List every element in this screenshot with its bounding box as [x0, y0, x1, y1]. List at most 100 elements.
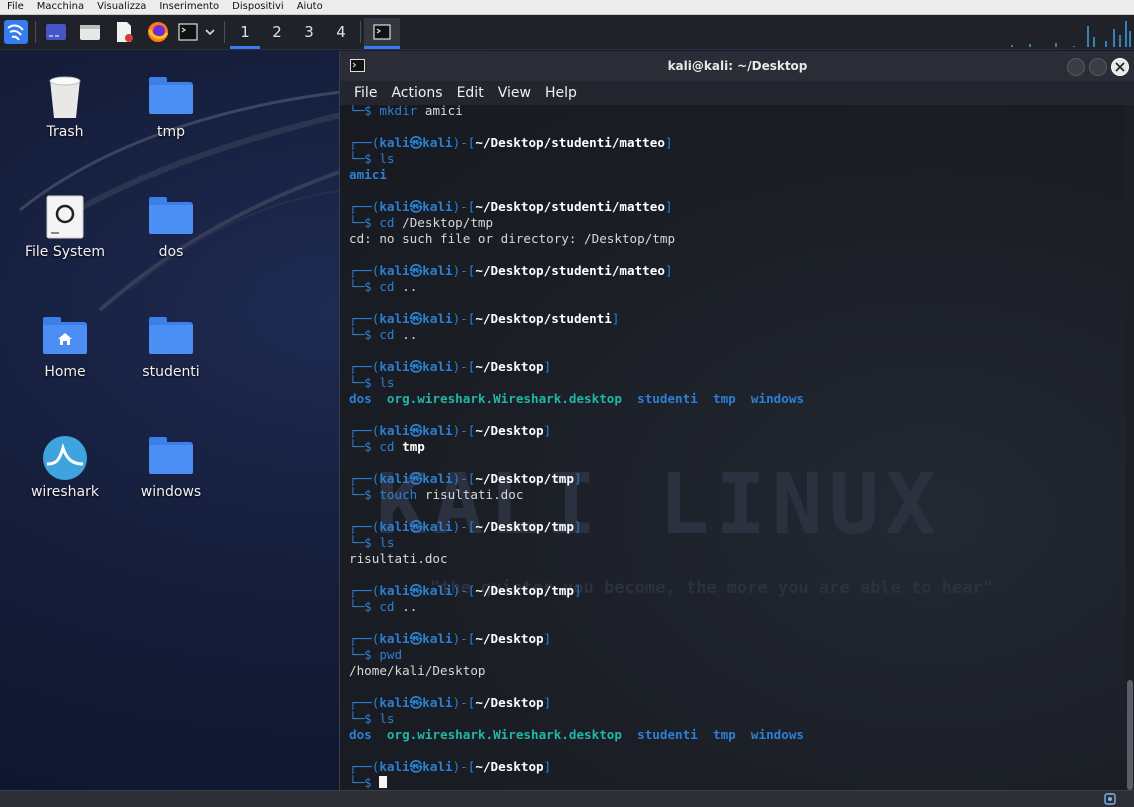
workspace-3[interactable]: 3: [294, 18, 324, 46]
prompt-box: )-[: [452, 695, 476, 710]
workspace-4[interactable]: 4: [326, 18, 356, 46]
taskbar-terminal-button[interactable]: [364, 18, 400, 46]
desktop-icon-label: wireshark: [30, 484, 99, 500]
prompt-at: ㉿: [409, 311, 423, 326]
command-name: cd: [379, 215, 395, 230]
prompt-host: kali: [422, 423, 453, 438]
maximize-button[interactable]: [1089, 58, 1107, 76]
desktop-icon-tmp[interactable]: tmp: [121, 74, 221, 140]
command-line: └─$ ls: [349, 375, 804, 391]
desktop-icon-studenti[interactable]: studenti: [121, 314, 221, 380]
prompt-at: ㉿: [409, 759, 423, 774]
command-line: └─$ mkdir amici: [349, 105, 804, 119]
vm-menu-file[interactable]: File: [0, 0, 30, 14]
desktop-icon-dos[interactable]: dos: [121, 194, 221, 260]
drive-icon: [41, 194, 89, 242]
terminal-menu-help[interactable]: Help: [545, 85, 577, 101]
desktop-icon-trash[interactable]: Trash: [15, 74, 115, 140]
command-args: ..: [402, 279, 418, 294]
prompt-user: kali: [379, 695, 410, 710]
prompt-host: kali: [422, 199, 453, 214]
prompt-box: ]: [664, 263, 673, 278]
desktop-icon-file-system[interactable]: File System: [15, 194, 115, 260]
desktop-icon-windows[interactable]: windows: [121, 434, 221, 500]
output-directory: dos: [349, 391, 372, 406]
terminal-menu-actions[interactable]: Actions: [391, 85, 442, 101]
desktop-icon[interactable]: [42, 18, 70, 46]
terminal-menu-view[interactable]: View: [498, 85, 531, 101]
prompt-box: ┌──(: [349, 695, 380, 710]
prompt-corner: └─$: [349, 327, 380, 342]
file-manager-icon[interactable]: [76, 18, 104, 46]
prompt-user: kali: [379, 135, 410, 150]
prompt-box: ┌──(: [349, 519, 380, 534]
close-button[interactable]: [1111, 58, 1129, 76]
prompt-host: kali: [422, 583, 453, 598]
prompt-host: kali: [422, 695, 453, 710]
prompt-path: ~/Desktop/studenti/matteo: [475, 199, 665, 214]
output-text: risultati.doc: [349, 551, 448, 566]
prompt-line: ┌──(kali㉿kali)-[~/Desktop]: [349, 695, 804, 711]
workspace-2[interactable]: 2: [262, 18, 292, 46]
output-line: risultati.doc: [349, 551, 804, 567]
prompt-host: kali: [422, 631, 453, 646]
prompt-box: ]: [664, 135, 673, 150]
prompt-box: )-[: [452, 359, 476, 374]
vm-menu-inserimento[interactable]: Inserimento: [152, 0, 225, 14]
prompt-box: )-[: [452, 263, 476, 278]
kali-menu-icon[interactable]: [2, 18, 30, 46]
command-name: ls: [379, 375, 395, 390]
output-directory: amici: [349, 167, 387, 182]
terminal-menubar: File Actions Edit View Help: [340, 81, 1134, 105]
terminal-body[interactable]: KALI LINUX "the quieter you become, the …: [340, 105, 1125, 790]
workspace-3-label: 3: [304, 23, 314, 41]
firefox-icon[interactable]: [144, 18, 172, 46]
prompt-box: ]: [573, 471, 582, 486]
workspace-1[interactable]: 1: [230, 18, 260, 46]
desktop-icon-wireshark[interactable]: wireshark: [15, 434, 115, 500]
command-line: └─$ cd ..: [349, 599, 804, 615]
terminal-menu-file[interactable]: File: [354, 85, 377, 101]
terminal-icon[interactable]: [176, 18, 200, 46]
vm-menu-visualizza[interactable]: Visualizza: [90, 0, 152, 14]
prompt-path: ~/Desktop/tmp: [475, 471, 574, 486]
prompt-box: )-[: [452, 135, 476, 150]
scrollbar-thumb[interactable]: [1127, 680, 1133, 790]
terminal-titlebar[interactable]: kali@kali: ~/Desktop: [340, 51, 1134, 81]
desktop-icon-label: File System: [24, 244, 106, 260]
prompt-corner: └─$: [349, 375, 380, 390]
workspace-2-label: 2: [272, 23, 282, 41]
minimize-button[interactable]: [1067, 58, 1085, 76]
command-line: └─$ ls: [349, 535, 804, 551]
prompt-box: ┌──(: [349, 311, 380, 326]
prompt-box: ]: [543, 359, 552, 374]
prompt-line: ┌──(kali㉿kali)-[~/Desktop]: [349, 631, 804, 647]
command-name: pwd: [379, 647, 403, 662]
terminal-menu-edit[interactable]: Edit: [457, 85, 484, 101]
command-name: cd: [379, 327, 395, 342]
command-name: mkdir: [379, 105, 418, 118]
prompt-line: ┌──(kali㉿kali)-[~/Desktop/tmp]: [349, 583, 804, 599]
prompt-host: kali: [422, 359, 453, 374]
output-directory: tmp: [712, 391, 736, 406]
terminal-scrollbar[interactable]: [1125, 105, 1134, 790]
output-line: amici: [349, 167, 804, 183]
prompt-box: )-[: [452, 583, 476, 598]
command-args: ..: [402, 599, 418, 614]
terminal-window[interactable]: kali@kali: ~/Desktop File Actions Edit View…: [339, 51, 1134, 790]
prompt-box: ]: [611, 311, 620, 326]
prompt-path: ~/Desktop/studenti: [475, 311, 612, 326]
vm-menu-aiuto[interactable]: Aiuto: [290, 0, 329, 14]
vm-menu-macchina[interactable]: Macchina: [30, 0, 90, 14]
chevron-down-icon[interactable]: [202, 18, 218, 46]
prompt-path: ~/Desktop: [475, 423, 544, 438]
text-editor-icon[interactable]: [110, 18, 138, 46]
desktop-icon-home[interactable]: Home: [15, 314, 115, 380]
desktop-icon-label: dos: [158, 244, 184, 260]
vm-menu-dispositivi[interactable]: Dispositivi: [225, 0, 290, 14]
